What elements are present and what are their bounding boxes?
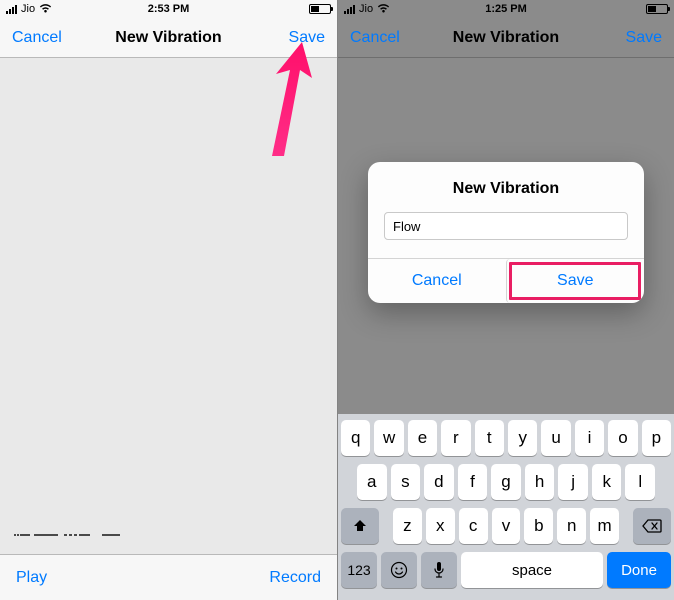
nav-bar: Cancel New Vibration Save <box>338 18 674 58</box>
nav-bar: Cancel New Vibration Save <box>0 18 337 58</box>
done-key[interactable]: Done <box>607 552 671 588</box>
vibration-tap-area[interactable] <box>0 58 337 554</box>
page-title: New Vibration <box>453 29 559 47</box>
cell-signal-icon <box>6 5 17 14</box>
alert-title: New Vibration <box>368 162 644 212</box>
key-p[interactable]: p <box>642 420 671 456</box>
key-y[interactable]: y <box>508 420 537 456</box>
key-o[interactable]: o <box>608 420 637 456</box>
key-f[interactable]: f <box>458 464 488 500</box>
status-bar: Jio 2:53 PM <box>0 0 337 18</box>
bottom-toolbar: Play Record <box>0 554 337 600</box>
emoji-key[interactable] <box>381 552 417 588</box>
emoji-icon <box>390 561 408 579</box>
key-v[interactable]: v <box>492 508 521 544</box>
vibration-name-input[interactable] <box>384 212 628 240</box>
backspace-key[interactable] <box>633 508 671 544</box>
backspace-icon <box>642 519 662 533</box>
key-q[interactable]: q <box>341 420 370 456</box>
battery-icon <box>309 4 331 14</box>
key-x[interactable]: x <box>426 508 455 544</box>
keyboard-row-3: z x c v b n m <box>341 508 671 544</box>
vibration-pattern-track <box>12 526 325 544</box>
save-button[interactable]: Save <box>626 29 662 47</box>
keyboard-row-1: q w e r t y u i o p <box>341 420 671 456</box>
dictation-key[interactable] <box>421 552 457 588</box>
shift-icon <box>352 518 368 534</box>
space-key[interactable]: space <box>461 552 603 588</box>
key-b[interactable]: b <box>524 508 553 544</box>
key-l[interactable]: l <box>625 464 655 500</box>
carrier-label: Jio <box>21 3 35 15</box>
alert-save-button[interactable]: Save <box>506 259 645 303</box>
cancel-button[interactable]: Cancel <box>12 29 62 47</box>
alert-cancel-button[interactable]: Cancel <box>368 259 506 303</box>
play-button[interactable]: Play <box>16 569 47 587</box>
screen-left: Jio 2:53 PM Cancel New Vibration Save Pl… <box>0 0 337 600</box>
on-screen-keyboard: q w e r t y u i o p a s d f g h j k l <box>338 414 674 600</box>
key-g[interactable]: g <box>491 464 521 500</box>
key-m[interactable]: m <box>590 508 619 544</box>
shift-key[interactable] <box>341 508 379 544</box>
save-button[interactable]: Save <box>289 29 325 47</box>
key-s[interactable]: s <box>391 464 421 500</box>
record-button[interactable]: Record <box>269 569 321 587</box>
key-i[interactable]: i <box>575 420 604 456</box>
name-vibration-alert: New Vibration Cancel Save <box>368 162 644 303</box>
key-w[interactable]: w <box>374 420 403 456</box>
key-a[interactable]: a <box>357 464 387 500</box>
cell-signal-icon <box>344 5 355 14</box>
mic-icon <box>433 561 445 579</box>
key-d[interactable]: d <box>424 464 454 500</box>
key-h[interactable]: h <box>525 464 555 500</box>
battery-icon <box>646 4 668 14</box>
wifi-icon <box>39 3 52 16</box>
key-r[interactable]: r <box>441 420 470 456</box>
key-n[interactable]: n <box>557 508 586 544</box>
wifi-icon <box>377 3 390 16</box>
key-z[interactable]: z <box>393 508 422 544</box>
keyboard-row-4: 123 space Done <box>341 552 671 588</box>
screen-right: Jio 1:25 PM Cancel New Vibration Save Ne… <box>337 0 674 600</box>
key-e[interactable]: e <box>408 420 437 456</box>
numbers-key[interactable]: 123 <box>341 552 377 588</box>
key-u[interactable]: u <box>541 420 570 456</box>
status-time: 1:25 PM <box>485 3 527 15</box>
key-k[interactable]: k <box>592 464 622 500</box>
cancel-button[interactable]: Cancel <box>350 29 400 47</box>
key-t[interactable]: t <box>475 420 504 456</box>
status-time: 2:53 PM <box>148 3 190 15</box>
carrier-label: Jio <box>359 3 373 15</box>
status-bar: Jio 1:25 PM <box>338 0 674 18</box>
page-title: New Vibration <box>115 29 221 47</box>
key-c[interactable]: c <box>459 508 488 544</box>
keyboard-row-2: a s d f g h j k l <box>341 464 671 500</box>
key-j[interactable]: j <box>558 464 588 500</box>
